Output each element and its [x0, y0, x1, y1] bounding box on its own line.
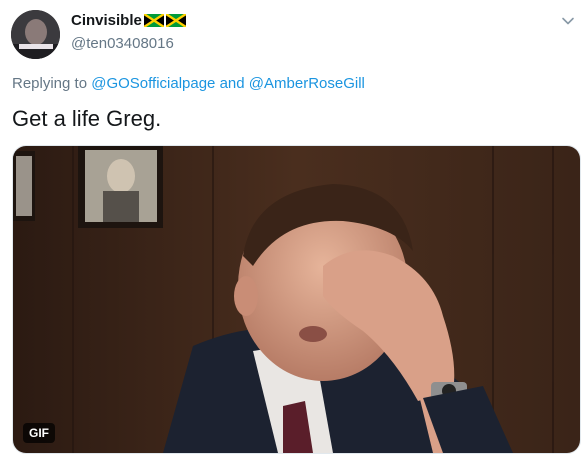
gif-badge: GIF [23, 423, 55, 443]
tweet: Cinvisible @ten03408016 Replying to @GOS… [0, 0, 587, 468]
gif-media[interactable]: GIF [12, 145, 581, 454]
author-name-row[interactable]: Cinvisible [71, 12, 186, 29]
mention-link-gosofficialpage[interactable]: @GOSofficialpage [91, 75, 215, 92]
author-display-name[interactable]: Cinvisible [71, 12, 142, 29]
replying-conjunction[interactable]: and [220, 75, 245, 92]
replying-prefix: Replying to [12, 75, 88, 92]
gif-frame-image [13, 146, 580, 453]
avatar-image [11, 10, 60, 59]
author-handle[interactable]: @ten03408016 [71, 35, 174, 52]
mention-link-amberrosegill[interactable]: @AmberRoseGill [249, 75, 365, 92]
avatar[interactable] [11, 10, 60, 59]
tweet-text: Get a life Greg. [12, 106, 162, 131]
replying-to-line: Replying to @GOSofficialpage and @AmberR… [12, 75, 365, 92]
jamaica-flag-icon [165, 14, 186, 27]
jamaica-flag-icon [143, 14, 164, 27]
chevron-down-icon[interactable] [561, 14, 575, 28]
